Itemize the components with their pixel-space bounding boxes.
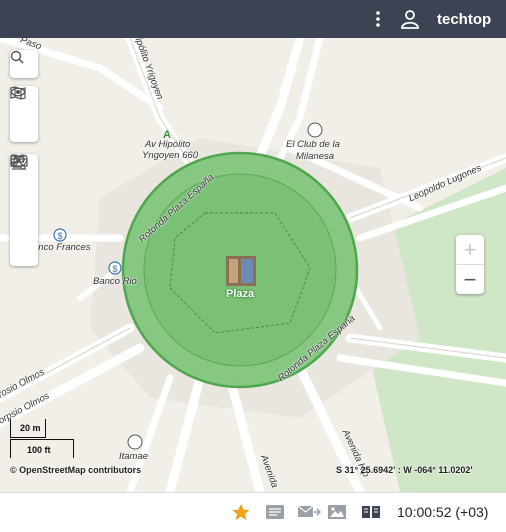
user-icon[interactable]: [400, 9, 420, 29]
map-label: Banco Rio: [93, 276, 137, 287]
star-icon[interactable]: [231, 503, 251, 521]
map-view[interactable]: $ $ A Av Hipólito Yngoyen 660 El Club de…: [0, 38, 506, 492]
map-attribution[interactable]: © OpenStreetMap contributors: [10, 465, 141, 475]
tools-toolbar: [10, 154, 38, 266]
status-time: 10:00:52 (+03): [397, 504, 489, 520]
scale-bar: 20 m 100 ft: [10, 419, 74, 461]
map-label: Yngoyen 660: [142, 150, 198, 161]
send-mail-icon[interactable]: [297, 503, 321, 521]
chevron-right-icon: [12, 154, 20, 166]
message-icon[interactable]: [265, 503, 285, 521]
map-label: El Club de la: [286, 139, 340, 150]
expand-button[interactable]: [10, 154, 38, 266]
route-button[interactable]: [10, 154, 38, 210]
place-label[interactable]: Plaza: [226, 288, 254, 300]
map-icon: [10, 86, 26, 100]
coordinates-readout: S 31° 25.6942' : W -064° 11.0202': [336, 465, 473, 475]
svg-text:$: $: [57, 231, 62, 241]
points-button[interactable]: [10, 154, 38, 238]
bottom-bar: 10:00:52 (+03): [0, 492, 506, 532]
map-label: Itamae: [119, 451, 149, 462]
map-label: Av Hipólito: [145, 139, 191, 150]
kebab-menu-icon[interactable]: [370, 10, 386, 28]
map-canvas[interactable]: $ $ A: [0, 38, 506, 492]
search-icon: [10, 50, 24, 64]
map-layers-button[interactable]: [10, 86, 38, 142]
zoom-control: + −: [456, 235, 484, 294]
zoom-in-button[interactable]: +: [456, 235, 484, 264]
map-label: Milanesa: [296, 151, 335, 162]
top-header: techtop: [0, 0, 506, 38]
book-icon[interactable]: [361, 503, 381, 521]
view-toolbar: [10, 86, 38, 142]
zoom-out-button[interactable]: −: [456, 264, 484, 294]
search-button[interactable]: [10, 50, 38, 78]
image-icon[interactable]: [327, 503, 347, 521]
search-toolbar: [10, 50, 38, 78]
map-label: anco Frances: [33, 242, 91, 253]
svg-text:$: $: [112, 264, 117, 274]
username[interactable]: techtop: [437, 11, 491, 28]
